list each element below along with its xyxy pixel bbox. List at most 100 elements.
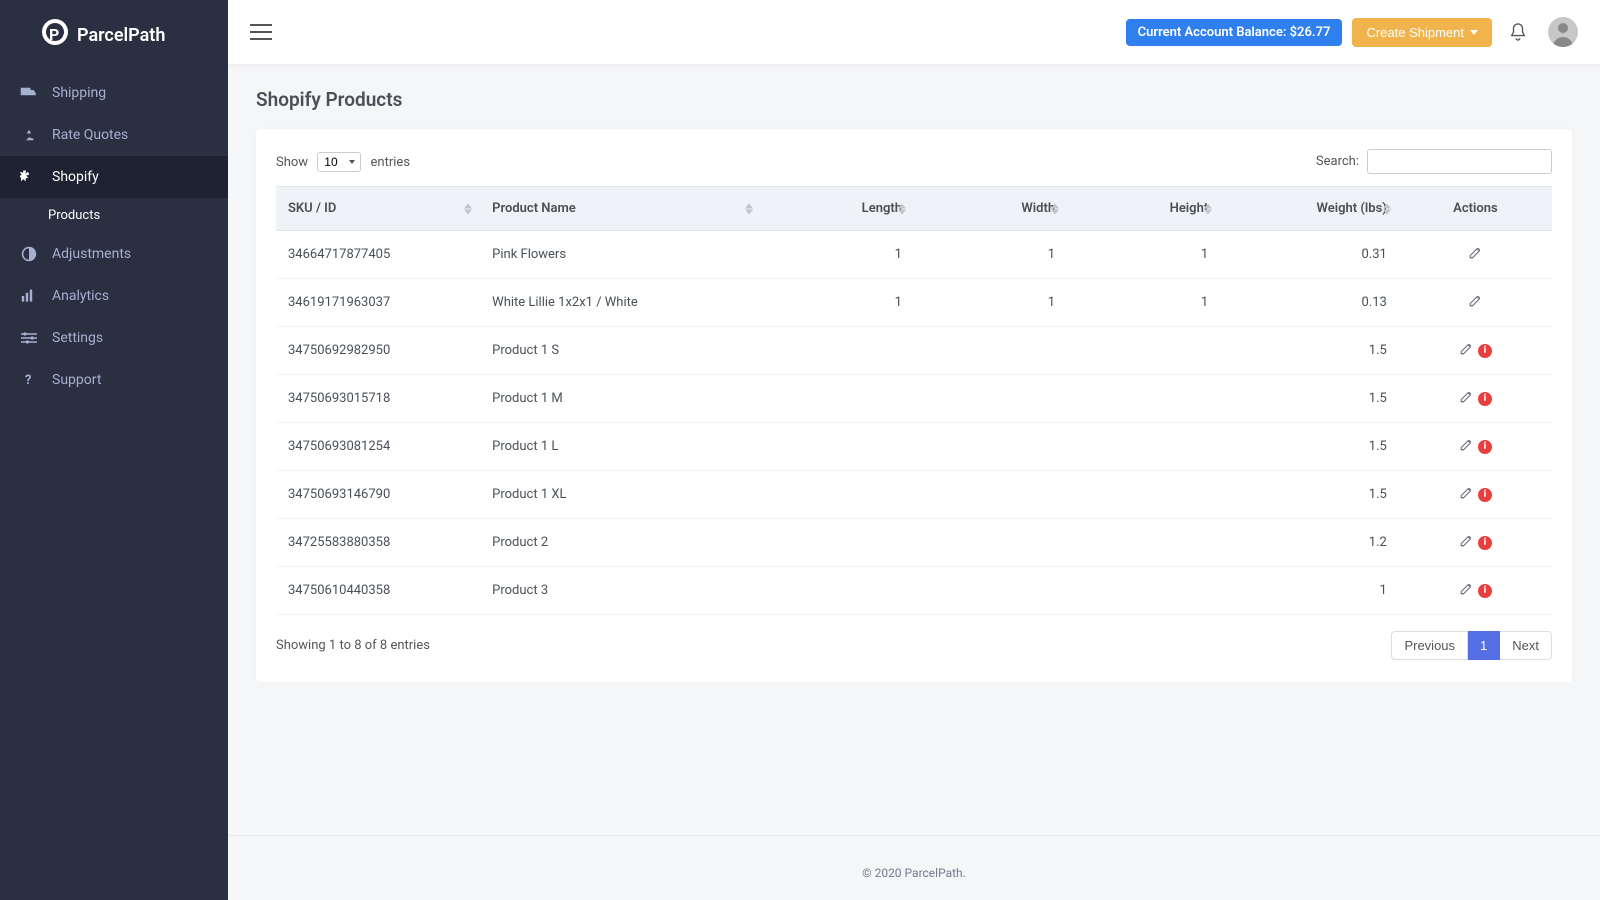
warning-icon[interactable]: i <box>1478 584 1492 598</box>
next-button[interactable]: Next <box>1500 631 1552 660</box>
cell-height: 1 <box>1067 279 1220 327</box>
cell-name: Product 1 S <box>480 327 761 375</box>
balance-pill[interactable]: Current Account Balance: $26.77 <box>1126 19 1343 46</box>
cell-name: Product 3 <box>480 567 761 615</box>
truck-icon <box>20 84 38 102</box>
warning-icon[interactable]: i <box>1478 344 1492 358</box>
cell-length: 1 <box>761 231 914 279</box>
cell-name: Product 1 XL <box>480 471 761 519</box>
cell-weight: 1.5 <box>1220 423 1399 471</box>
sidebar: P ParcelPath Shipping Rate Quotes Shopify… <box>0 0 228 900</box>
user-avatar[interactable] <box>1548 17 1578 47</box>
sidebar-item-settings[interactable]: Settings <box>0 317 228 359</box>
col-height[interactable]: Height <box>1067 187 1220 231</box>
col-width[interactable]: Width <box>914 187 1067 231</box>
cell-width <box>914 567 1067 615</box>
cell-height <box>1067 423 1220 471</box>
col-sku[interactable]: SKU / ID <box>276 187 480 231</box>
cell-weight: 0.13 <box>1220 279 1399 327</box>
cell-actions <box>1399 279 1552 327</box>
cell-sku: 34750692982950 <box>276 327 480 375</box>
cell-width <box>914 327 1067 375</box>
edit-icon[interactable] <box>1459 341 1474 360</box>
cell-height <box>1067 327 1220 375</box>
svg-text:P: P <box>49 25 59 44</box>
edit-icon[interactable] <box>1459 485 1474 504</box>
cell-height <box>1067 471 1220 519</box>
col-weight[interactable]: Weight (lbs) <box>1220 187 1399 231</box>
cell-actions: i <box>1399 423 1552 471</box>
cell-actions: i <box>1399 327 1552 375</box>
edit-icon[interactable] <box>1468 293 1483 312</box>
edit-icon[interactable] <box>1459 389 1474 408</box>
table-row: 34664717877405Pink Flowers1110.31 <box>276 231 1552 279</box>
cell-width <box>914 375 1067 423</box>
col-name[interactable]: Product Name <box>480 187 761 231</box>
cell-sku: 34619171963037 <box>276 279 480 327</box>
cell-name: White Lillie 1x2x1 / White <box>480 279 761 327</box>
table-info: Showing 1 to 8 of 8 entries <box>276 638 430 653</box>
chevron-down-icon <box>1470 30 1478 35</box>
copyright: © 2020 ParcelPath. <box>862 866 966 880</box>
cell-weight: 1.5 <box>1220 375 1399 423</box>
sidebar-label: Support <box>52 372 101 388</box>
cell-actions: i <box>1399 519 1552 567</box>
edit-icon[interactable] <box>1459 437 1474 456</box>
button-label: Create Shipment <box>1366 25 1464 40</box>
col-actions: Actions <box>1399 187 1552 231</box>
edit-icon[interactable] <box>1468 245 1483 264</box>
entries-select[interactable]: 10 <box>317 152 361 172</box>
table-row: 34750693081254Product 1 L1.5i <box>276 423 1552 471</box>
warning-icon[interactable]: i <box>1478 536 1492 550</box>
cell-length <box>761 471 914 519</box>
cell-length <box>761 423 914 471</box>
edit-icon[interactable] <box>1459 533 1474 552</box>
cell-length <box>761 327 914 375</box>
prev-button[interactable]: Previous <box>1391 631 1468 660</box>
question-icon: ? <box>20 371 38 389</box>
cell-weight: 1.2 <box>1220 519 1399 567</box>
warning-icon[interactable]: i <box>1478 392 1492 406</box>
cell-name: Product 1 L <box>480 423 761 471</box>
cell-name: Product 2 <box>480 519 761 567</box>
page-1-button[interactable]: 1 <box>1468 631 1500 660</box>
pagination: Previous 1 Next <box>1391 631 1552 660</box>
table-row: 34750693146790Product 1 XL1.5i <box>276 471 1552 519</box>
sidebar-item-shipping[interactable]: Shipping <box>0 72 228 114</box>
sidebar-item-adjustments[interactable]: Adjustments <box>0 233 228 275</box>
notifications-icon[interactable] <box>1498 22 1538 42</box>
svg-text:?: ? <box>25 373 31 388</box>
sidebar-subitem-products[interactable]: Products <box>0 198 228 233</box>
svg-text:ParcelPath: ParcelPath <box>77 25 165 46</box>
cell-actions: i <box>1399 567 1552 615</box>
sidebar-item-shopify[interactable]: Shopify <box>0 156 228 198</box>
table-row: 34725583880358Product 21.2i <box>276 519 1552 567</box>
sidebar-item-support[interactable]: ? Support <box>0 359 228 401</box>
cell-weight: 0.31 <box>1220 231 1399 279</box>
menu-toggle-icon[interactable] <box>250 24 272 40</box>
warning-icon[interactable]: i <box>1478 440 1492 454</box>
cell-weight: 1.5 <box>1220 327 1399 375</box>
cell-height: 1 <box>1067 231 1220 279</box>
sidebar-label: Analytics <box>52 288 109 304</box>
sidebar-item-analytics[interactable]: Analytics <box>0 275 228 317</box>
table-row: 34619171963037White Lillie 1x2x1 / White… <box>276 279 1552 327</box>
page-title: Shopify Products <box>256 88 1572 111</box>
cell-height <box>1067 519 1220 567</box>
sidebar-label: Adjustments <box>52 246 131 262</box>
col-length[interactable]: Length <box>761 187 914 231</box>
cell-height <box>1067 375 1220 423</box>
cell-width: 1 <box>914 279 1067 327</box>
create-shipment-button[interactable]: Create Shipment <box>1352 18 1492 47</box>
search-input[interactable] <box>1367 149 1552 174</box>
sidebar-item-rate-quotes[interactable]: Rate Quotes <box>0 114 228 156</box>
cell-sku: 34750610440358 <box>276 567 480 615</box>
warning-icon[interactable]: i <box>1478 488 1492 502</box>
sidebar-label: Shipping <box>52 85 106 101</box>
shopify-icon <box>20 168 38 186</box>
table-row: 34750693015718Product 1 M1.5i <box>276 375 1552 423</box>
edit-icon[interactable] <box>1459 581 1474 600</box>
cell-sku: 34664717877405 <box>276 231 480 279</box>
brand-logo[interactable]: P ParcelPath <box>0 0 228 72</box>
cell-actions: i <box>1399 375 1552 423</box>
